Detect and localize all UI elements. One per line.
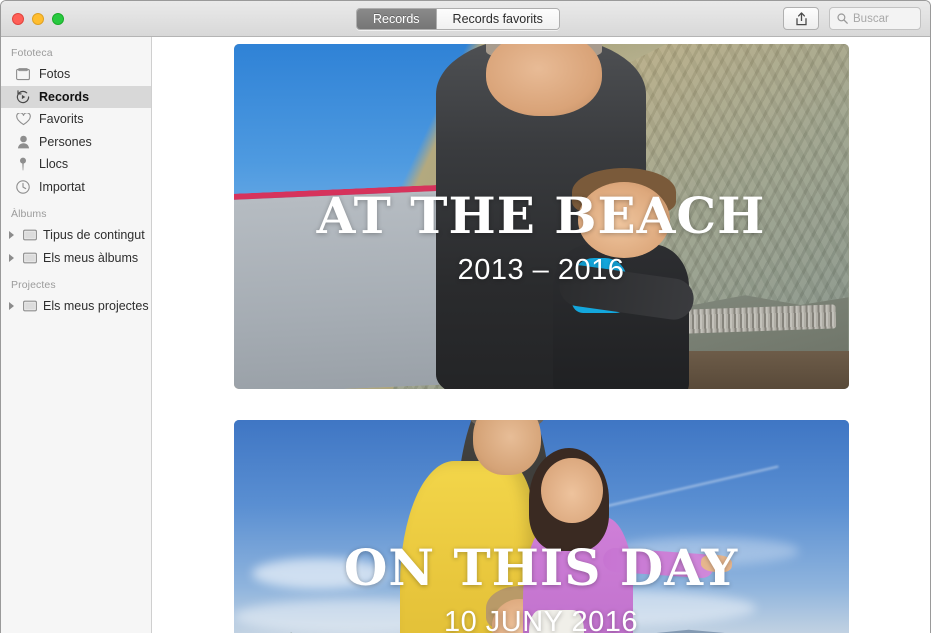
- chevron-right-icon[interactable]: [5, 252, 17, 264]
- window-body: Fototeca Fotos Records Favorits Persones…: [1, 37, 930, 633]
- photos-app-window: Records Records favorits Buscar Fototeca…: [0, 0, 931, 633]
- sidebar-item-llocs[interactable]: Llocs: [1, 153, 151, 176]
- sidebar: Fototeca Fotos Records Favorits Persones…: [1, 37, 152, 633]
- sidebar-item-label: Tipus de contingut: [43, 228, 145, 243]
- sidebar-item-label: Favorits: [39, 112, 84, 127]
- folder-icon: [22, 298, 38, 314]
- window-toolbar: Records Records favorits Buscar: [1, 1, 930, 37]
- folder-icon: [22, 250, 38, 266]
- photos-frame-icon: [15, 66, 31, 82]
- sidebar-item-label: Llocs: [39, 157, 69, 172]
- memory-subtitle: 2013 – 2016: [457, 254, 625, 286]
- sidebar-header-albums: Àlbums: [11, 208, 47, 220]
- sidebar-item-label: Els meus àlbums: [43, 250, 139, 265]
- sidebar-item-fotos[interactable]: Fotos: [1, 63, 151, 86]
- close-window-icon[interactable]: [12, 12, 24, 25]
- share-icon: [795, 11, 807, 25]
- map-pin-icon: [15, 156, 31, 172]
- sidebar-header-projectes: Projectes: [11, 279, 56, 291]
- tab-records-favorits[interactable]: Records favorits: [436, 9, 559, 29]
- memories-list[interactable]: AT THE BEACH 2013 – 2016 ON THIS DAY 10 …: [152, 37, 930, 633]
- search-placeholder: Buscar: [853, 12, 889, 25]
- sidebar-item-label: Persones: [39, 134, 92, 149]
- girl-face: [541, 457, 603, 524]
- sidebar-item-label: Importat: [39, 179, 85, 194]
- memory-overlay: AT THE BEACH 2013 – 2016: [234, 191, 849, 287]
- search-input[interactable]: Buscar: [829, 7, 921, 30]
- sidebar-item-favorits[interactable]: Favorits: [1, 108, 151, 131]
- search-icon: [837, 13, 848, 24]
- chevron-right-icon[interactable]: [5, 229, 17, 241]
- clock-icon: [15, 179, 31, 195]
- sidebar-header-fototeca: Fototeca: [11, 47, 53, 59]
- sidebar-item-importat[interactable]: Importat: [1, 176, 151, 199]
- tab-records[interactable]: Records: [357, 9, 437, 29]
- sidebar-item-els-meus-albums[interactable]: Els meus àlbums: [1, 247, 151, 270]
- memory-card-at-the-beach[interactable]: AT THE BEACH 2013 – 2016: [233, 44, 849, 389]
- memory-card-on-this-day[interactable]: ON THIS DAY 10 JUNY 2016: [233, 420, 849, 633]
- sidebar-item-records[interactable]: Records: [1, 85, 151, 108]
- chevron-right-icon[interactable]: [5, 300, 17, 312]
- sidebar-item-tipus-de-contingut[interactable]: Tipus de contingut: [1, 224, 151, 247]
- records-segmented-control: Records Records favorits: [356, 8, 560, 30]
- folder-icon: [22, 227, 38, 243]
- sidebar-item-persones[interactable]: Persones: [1, 131, 151, 154]
- memories-rewind-icon: [15, 89, 31, 105]
- share-button[interactable]: [783, 7, 819, 30]
- heart-icon: [15, 111, 31, 127]
- memory-title: ON THIS DAY: [343, 538, 739, 597]
- person-icon: [15, 134, 31, 150]
- sidebar-item-els-meus-projectes[interactable]: Els meus projectes: [1, 295, 151, 318]
- memory-title: AT THE BEACH: [316, 186, 766, 245]
- traffic-lights: [1, 12, 64, 25]
- sidebar-item-label: Fotos: [39, 67, 71, 82]
- memory-subtitle: 10 JUNY 2016: [443, 606, 639, 633]
- sidebar-item-label: Els meus projectes: [43, 299, 149, 314]
- minimize-window-icon[interactable]: [32, 12, 44, 25]
- zoom-window-icon[interactable]: [52, 12, 64, 25]
- toolbar-right-group: Buscar: [783, 7, 921, 30]
- memory-overlay: ON THIS DAY 10 JUNY 2016: [234, 543, 849, 633]
- sidebar-item-label: Records: [39, 89, 90, 104]
